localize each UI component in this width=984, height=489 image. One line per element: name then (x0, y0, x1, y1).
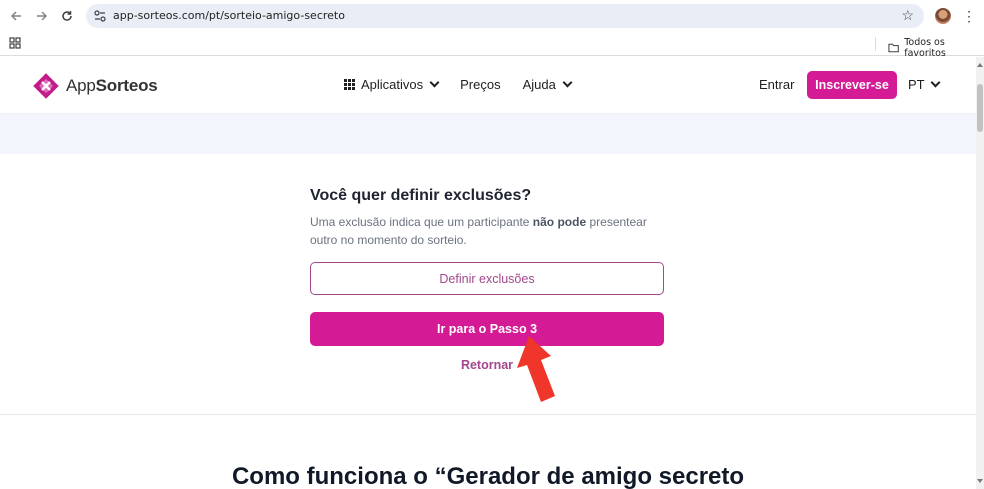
signup-button[interactable]: Inscrever-se (807, 71, 897, 99)
url-text[interactable]: app-sorteos.com/pt/sorteio-amigo-secreto (113, 9, 345, 22)
reload-icon[interactable] (57, 6, 77, 26)
profile-avatar[interactable] (935, 8, 951, 24)
how-it-works-title: Como funciona o “Gerador de amigo secret… (231, 463, 745, 489)
logo-text-light: App (66, 76, 96, 95)
all-bookmarks-label[interactable]: Todos os favoritos (904, 37, 984, 59)
back-link[interactable]: Retornar (310, 358, 664, 372)
browser-menu-icon[interactable]: ⋮ (962, 6, 976, 26)
chevron-down-icon (930, 77, 941, 88)
bookmarks-bar: Todos os favoritos (0, 32, 984, 59)
chevron-down-icon (562, 77, 573, 88)
web-page: AppSorteos Aplicativos Preços Ajuda Entr… (0, 57, 976, 489)
header-band (0, 114, 976, 154)
nav-prices-label[interactable]: Preços (460, 77, 500, 92)
site-header: AppSorteos Aplicativos Preços Ajuda Entr… (0, 57, 976, 114)
logo-text: AppSorteos (66, 76, 158, 96)
chevron-down-icon (429, 77, 440, 88)
address-bar[interactable]: app-sorteos.com/pt/sorteio-amigo-secreto… (86, 4, 924, 28)
define-exclusions-button[interactable]: Definir exclusões (310, 262, 664, 295)
page-scrollbar[interactable] (976, 57, 984, 489)
nav-help[interactable]: Ajuda (523, 77, 573, 92)
site-info-icon[interactable] (93, 9, 107, 23)
language-selector[interactable]: PT (908, 77, 941, 92)
logo-text-bold: Sorteos (95, 76, 158, 95)
back-icon[interactable] (6, 6, 26, 26)
go-to-step-3-button[interactable]: Ir para o Passo 3 (310, 312, 664, 346)
apps-grid-icon[interactable] (9, 37, 21, 49)
logo-icon (33, 73, 59, 99)
browser-toolbar: app-sorteos.com/pt/sorteio-amigo-secreto… (0, 0, 984, 32)
scroll-up-icon[interactable] (977, 63, 983, 67)
exclusions-step: Você quer definir exclusões? Uma exclusã… (310, 187, 664, 249)
apps-menu-icon (344, 79, 355, 90)
nav-apps-label[interactable]: Aplicativos (361, 77, 423, 92)
forward-icon[interactable] (32, 6, 52, 26)
appsorteos-logo[interactable]: AppSorteos (32, 72, 158, 100)
bookmark-star-icon[interactable]: ☆ (901, 7, 914, 24)
main-nav: Aplicativos Preços Ajuda (344, 77, 573, 92)
nav-prices[interactable]: Preços (460, 77, 500, 92)
step-title: Você quer definir exclusões? (310, 187, 532, 204)
nav-apps[interactable]: Aplicativos (344, 77, 440, 92)
scroll-down-icon[interactable] (977, 479, 983, 483)
language-label[interactable]: PT (908, 77, 925, 92)
all-bookmarks-button[interactable]: Todos os favoritos (888, 37, 984, 59)
section-divider (0, 414, 976, 415)
login-link[interactable]: Entrar (759, 77, 794, 92)
annotation-arrow-icon (517, 336, 555, 402)
step-desc-bold: não pode (532, 215, 587, 229)
step-description: Uma exclusão indica que um participante … (310, 213, 664, 249)
bookmarks-separator (875, 37, 876, 51)
step-desc-part1: Uma exclusão indica que um participante (310, 215, 533, 229)
nav-help-label[interactable]: Ajuda (523, 77, 556, 92)
scrollbar-thumb[interactable] (977, 84, 983, 132)
folder-icon (888, 43, 899, 53)
